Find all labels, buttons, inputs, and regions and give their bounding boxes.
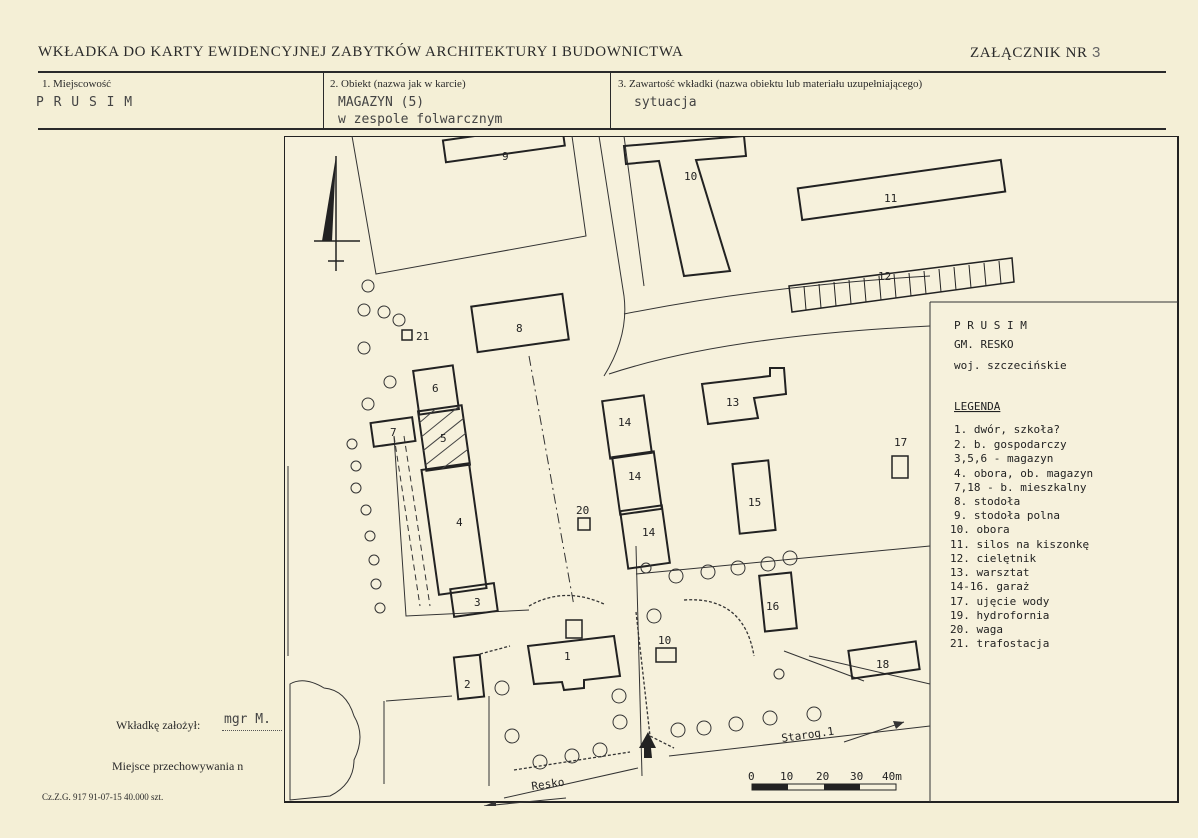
legend-item-4: 4. obora, ob. magazyn — [954, 467, 1093, 480]
established-value: mgr M. — [224, 712, 271, 727]
content-value: sytuacja — [634, 95, 697, 110]
object-value-line2: w zespole folwarcznym — [338, 112, 503, 127]
label-20: 20 — [576, 504, 589, 517]
label-10: 10 — [684, 170, 697, 183]
locality-value: P R U S I M — [36, 95, 134, 110]
legend-item-9: 11. silos na kiszonkę — [950, 538, 1089, 551]
site-plan-map: 9 10 11 12 8 21 6 5 7 4 3 13 14 14 14 15… — [284, 136, 1179, 806]
legend-commune: GM. RESKO — [954, 338, 1014, 351]
label-14c: 14 — [642, 526, 656, 539]
label-2: 2 — [464, 678, 471, 691]
label-10b: 10 — [658, 634, 671, 647]
legend-item-14: 19. hydrofornia — [950, 609, 1049, 622]
scale-label-0: 0 — [748, 770, 755, 783]
label-18: 18 — [876, 658, 889, 671]
established-label: Wkładkę założył: — [116, 718, 201, 732]
scale-label-20: 20 — [816, 770, 829, 783]
legend-item-8: 10. obora — [950, 523, 1010, 536]
legend-item-1: 1. dwór, szkoła? — [954, 423, 1060, 436]
label-16: 16 — [766, 600, 779, 613]
label-5: 5 — [440, 432, 447, 445]
scale-label-10: 10 — [780, 770, 793, 783]
legend-title: LEGENDA — [954, 400, 1001, 413]
label-17: 17 — [894, 436, 907, 449]
scale-label-30: 30 — [850, 770, 863, 783]
legend-item-16: 21. trafostacja — [950, 637, 1049, 650]
legend-item-3: 3,5,6 - magazyn — [954, 452, 1053, 465]
print-info: Cz.Z.G. 917 91-07-15 40.000 szt. — [42, 792, 164, 802]
attachment-label: ZAŁĄCZNIK NR — [970, 45, 1088, 61]
content-label: 3. Zawartość wkładki (nazwa obiektu lub … — [618, 78, 923, 90]
legend-item-5: 7,18 - b. mieszkalny — [954, 481, 1087, 494]
storage-label: Miejsce przechowywania n — [112, 759, 244, 773]
label-15: 15 — [748, 496, 761, 509]
label-3: 3 — [474, 596, 481, 609]
legend-item-10: 12. cielętnik — [950, 552, 1036, 565]
header-title: WKŁADKA DO KARTY EWIDENCYJNEJ ZABYTKÓW A… — [38, 44, 684, 60]
legend-item-15: 20. waga — [950, 623, 1003, 636]
legend-item-2: 2. b. gospodarczy — [954, 438, 1067, 451]
locality-label: 1. Miejscowość — [42, 78, 112, 90]
legend-item-6: 8. stodoła — [954, 495, 1020, 508]
legend-item-13: 17. ujęcie wody — [950, 595, 1050, 608]
legend-item-11: 13. warsztat — [950, 566, 1029, 579]
label-14a: 14 — [618, 416, 632, 429]
label-21: 21 — [416, 330, 429, 343]
fields-divider-2 — [610, 73, 611, 129]
label-13: 13 — [726, 396, 739, 409]
legend-item-7: 9. stodoła polna — [954, 509, 1060, 522]
label-8: 8 — [516, 322, 523, 335]
object-label: 2. Obiekt (nazwa jak w karcie) — [330, 78, 466, 90]
legend-place: P R U S I M — [954, 319, 1027, 332]
attachment-value: 3 — [1091, 44, 1101, 61]
fields-divider-1 — [323, 73, 324, 129]
label-12: 12 — [878, 270, 891, 283]
top-rule — [38, 71, 1166, 73]
established-dotted-line — [222, 730, 282, 731]
label-4: 4 — [456, 516, 463, 529]
fields-bottom-rule — [38, 128, 1166, 130]
scale-label-40: 40m — [882, 770, 902, 783]
label-6: 6 — [432, 382, 439, 395]
object-value-line1: MAGAZYN (5) — [338, 95, 425, 110]
label-7: 7 — [390, 426, 397, 439]
label-11: 11 — [884, 192, 897, 205]
legend-voivodeship: woj. szczecińskie — [954, 359, 1067, 372]
label-14b: 14 — [628, 470, 642, 483]
label-1: 1 — [564, 650, 571, 663]
label-9: 9 — [502, 150, 509, 163]
legend-item-12: 14-16. garaż — [950, 580, 1029, 593]
attachment-number: ZAŁĄCZNIK NR 3 — [970, 44, 1101, 62]
